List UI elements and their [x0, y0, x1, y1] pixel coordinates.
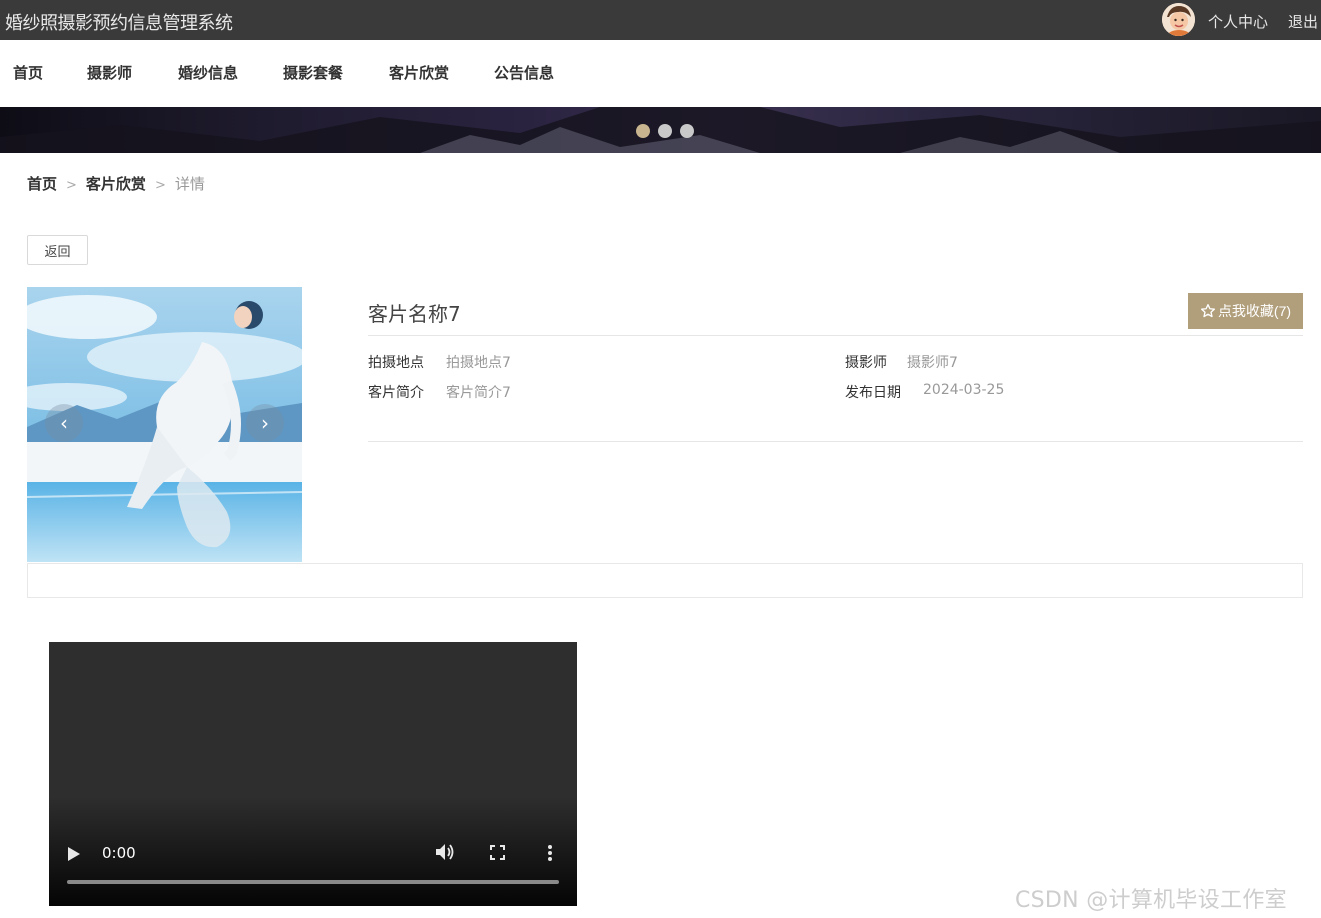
back-button[interactable]: 返回: [27, 235, 88, 265]
nav-item-photographers[interactable]: 摄影师: [87, 62, 132, 83]
favorite-button[interactable]: 点我收藏(7): [1188, 293, 1303, 329]
more-vertical-icon[interactable]: [547, 844, 553, 862]
watermark: CSDN @计算机毕设工作室: [1015, 888, 1287, 913]
breadcrumb-gallery[interactable]: 客片欣赏: [86, 175, 146, 193]
breadcrumb-home[interactable]: 首页: [27, 175, 57, 193]
user-avatar[interactable]: [1162, 3, 1195, 36]
logout-link[interactable]: 退出: [1288, 11, 1318, 32]
detail-content-box: [27, 563, 1303, 598]
fullscreen-icon[interactable]: [490, 845, 505, 860]
breadcrumb: 首页 > 客片欣赏 > 详情: [27, 173, 205, 194]
date-label: 发布日期: [845, 385, 901, 401]
breadcrumb-separator: >: [66, 178, 77, 193]
intro-value: 客片简介7: [446, 385, 511, 401]
photo-prev-icon[interactable]: ‹: [45, 404, 83, 442]
play-icon[interactable]: [67, 846, 81, 862]
photo-next-icon[interactable]: ›: [246, 404, 284, 442]
carousel-dot-2[interactable]: [658, 124, 672, 138]
date-value: 2024-03-25: [923, 382, 1005, 398]
video-progress-bar[interactable]: [67, 880, 559, 884]
nav-item-packages[interactable]: 摄影套餐: [283, 62, 343, 83]
photographer-label: 摄影师: [845, 355, 887, 371]
location-label: 拍摄地点: [368, 355, 424, 371]
breadcrumb-current: 详情: [174, 175, 205, 193]
divider: [368, 335, 1303, 336]
nav-item-wedding-dresses[interactable]: 婚纱信息: [178, 62, 238, 83]
divider: [368, 441, 1303, 442]
video-player[interactable]: 0:00: [49, 642, 577, 906]
main-nav: 首页 摄影师 婚纱信息 摄影套餐 客片欣赏 公告信息: [0, 40, 1321, 107]
nav-item-announcements[interactable]: 公告信息: [494, 62, 554, 83]
site-title: 婚纱照摄影预约信息管理系统: [5, 13, 233, 34]
user-center-link[interactable]: 个人中心: [1208, 11, 1268, 32]
carousel-dot-1[interactable]: [636, 124, 650, 138]
favorite-label: 点我收藏(7): [1217, 303, 1292, 319]
photographer-value: 摄影师7: [907, 355, 958, 371]
volume-icon[interactable]: [435, 843, 455, 861]
photo-carousel: ‹ ›: [27, 287, 302, 562]
carousel-dot-3[interactable]: [680, 124, 694, 138]
nav-item-gallery[interactable]: 客片欣赏: [389, 62, 449, 83]
nav-item-home[interactable]: 首页: [13, 62, 43, 83]
top-bar: 婚纱照摄影预约信息管理系统 个人中心 退出: [0, 0, 1321, 40]
star-outline-icon: [1200, 304, 1215, 318]
banner-carousel: [0, 107, 1321, 153]
location-value: 拍摄地点7: [446, 355, 511, 371]
detail-title: 客片名称7: [368, 302, 461, 326]
breadcrumb-separator: >: [154, 178, 166, 193]
intro-label: 客片简介: [368, 385, 424, 401]
video-time: 0:00: [102, 844, 136, 862]
